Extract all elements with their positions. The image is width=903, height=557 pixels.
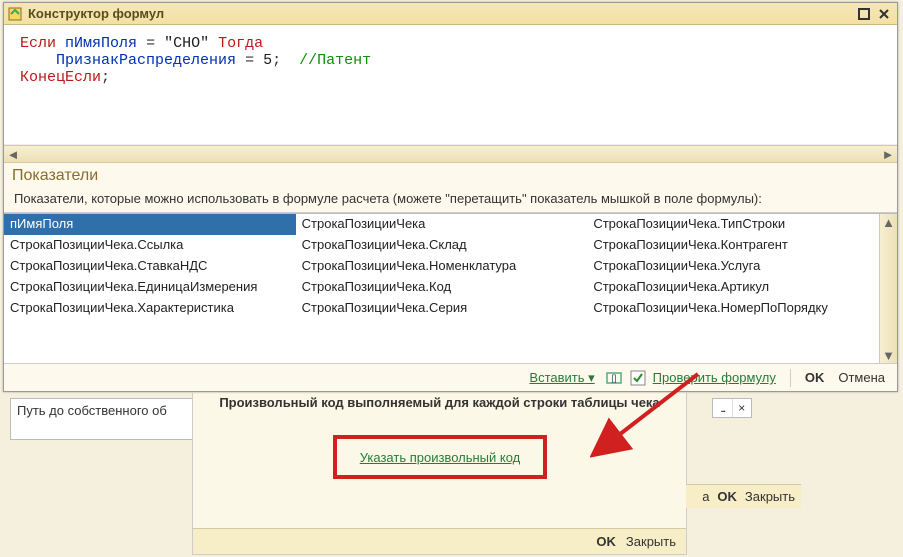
code-editor[interactable]: Если пИмяПоля = "СНО" Тогда ПризнакРаспр… [4,25,897,145]
custom-code-panel: Произвольный код выполняемый для каждой … [192,393,687,555]
titlebar: Конструктор формул [4,3,897,25]
bottom-ok-button[interactable]: OK [717,489,737,504]
num-val: 5 [263,52,272,69]
indicator-item[interactable]: СтрокаПозицииЧека.Ссылка [4,235,296,256]
indicators-desc: Показатели, которые можно использовать в… [4,189,897,213]
bottom-bar: а OK Закрыть [686,484,801,508]
indicator-item[interactable]: СтрокаПозицииЧека.Склад [296,235,588,256]
kw-endif: КонецЕсли [20,69,101,86]
window-title: Конструктор формул [28,6,853,21]
ident-result: ПризнакРаспределения [56,52,236,69]
ellipsis-button[interactable]: ... [713,399,732,417]
indicator-item[interactable]: СтрокаПозицииЧека.ТипСтроки [587,214,879,235]
eq2: = [245,52,254,69]
vertical-scrollbar[interactable]: ▲ ▼ [879,214,897,363]
indicator-item[interactable]: пИмяПоля [4,214,296,235]
formula-constructor-dialog: Конструктор формул Если пИмяПоля = "СНО"… [3,2,898,392]
indicator-item[interactable]: СтрокаПозицииЧека.ЕдиницаИзмерения [4,277,296,298]
close-button[interactable] [875,6,893,22]
svg-text:[]: [] [611,373,616,383]
separator [790,369,791,387]
indicator-item[interactable]: СтрокаПозицииЧека.НомерПоПорядку [587,298,879,319]
ident-field: пИмяПоля [65,35,137,52]
indicator-item[interactable]: СтрокаПозицииЧека.Характеристика [4,298,296,319]
check-icon[interactable] [629,369,647,387]
indicators-container: пИмяПоляСтрокаПозицииЧека.СсылкаСтрокаПо… [4,213,897,363]
indicators-title: Показатели [4,163,897,189]
scroll-right-icon[interactable]: ► [879,146,897,162]
kw-if: Если [20,35,56,52]
dialog-footer: Вставить ▾ [] Проверить формулу OK Отмен… [4,363,897,391]
insert-link[interactable]: Вставить ▾ [529,370,594,386]
indicator-item[interactable]: СтрокаПозицииЧека.Контрагент [587,235,879,256]
custom-code-footer: OK Закрыть [193,528,686,554]
indicator-item[interactable]: СтрокаПозицииЧека.Услуга [587,256,879,277]
maximize-button[interactable] [855,6,873,22]
indicator-item[interactable]: СтрокаПозицииЧека.Серия [296,298,588,319]
kw-then: Тогда [218,35,263,52]
path-field-text: Путь до собственного об [17,403,167,418]
scroll-left-icon[interactable]: ◄ [4,146,22,162]
indicator-item[interactable]: СтрокаПозицииЧека.Номенклатура [296,256,588,277]
horizontal-scrollbar[interactable]: ◄ ► [4,145,897,163]
mid-ok-button[interactable]: OK [596,534,616,549]
indicators-grid: пИмяПоляСтрокаПозицииЧека.СсылкаСтрокаПо… [4,214,879,363]
clear-button[interactable]: × [732,399,752,417]
indicator-item[interactable]: СтрокаПозицииЧека.СтавкаНДС [4,256,296,277]
specify-custom-code-link[interactable]: Указать произвольный код [360,450,521,465]
cancel-button[interactable]: Отмена [834,368,889,387]
custom-code-highlight: Указать произвольный код [333,435,547,479]
scroll-up-icon[interactable]: ▲ [881,214,897,230]
bottom-a-text: а [702,489,709,504]
indicator-item[interactable]: СтрокаПозицииЧека.Артикул [587,277,879,298]
indicator-item[interactable]: СтрокаПозицииЧека [296,214,588,235]
str-val: "СНО" [164,35,209,52]
path-field[interactable]: Путь до собственного об [10,398,208,440]
indicator-item[interactable]: СтрокаПозицииЧека.Код [296,277,588,298]
check-formula-link[interactable]: Проверить формулу [653,370,776,385]
small-field-buttons: ... × [712,398,752,418]
bottom-close-button[interactable]: Закрыть [745,489,795,504]
semi2: ; [101,69,110,86]
scroll-down-icon[interactable]: ▼ [881,347,897,363]
app-icon [8,7,22,21]
semi1: ; [272,52,281,69]
eq1: = [146,35,155,52]
ok-button[interactable]: OK [801,368,829,387]
mid-close-button[interactable]: Закрыть [626,534,676,549]
custom-code-header: Произвольный код выполняемый для каждой … [193,393,686,416]
insert-brackets-icon[interactable]: [] [605,369,623,387]
comment: //Патент [299,52,371,69]
